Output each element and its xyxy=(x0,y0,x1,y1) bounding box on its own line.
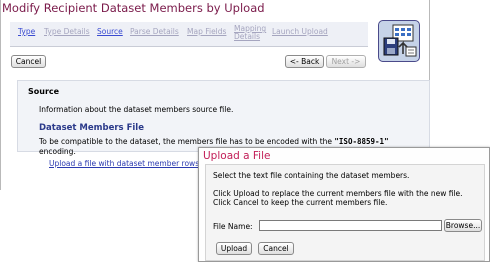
source-info-text: Information about the dataset members so… xyxy=(39,105,234,114)
encoding-description: To be compatible to the dataset, the mem… xyxy=(39,137,333,146)
encoding-tail: encoding. xyxy=(39,146,76,156)
source-heading: Source xyxy=(28,87,60,96)
next-button[interactable]: Next -> xyxy=(326,55,366,68)
tab-type-details[interactable]: Type Details xyxy=(44,28,90,36)
tab-map-fields[interactable]: Map Fields xyxy=(187,28,226,36)
dialog-cancel-button[interactable]: Cancel xyxy=(258,242,294,255)
dialog-instruction: Select the text file containing the data… xyxy=(213,171,410,180)
upload-wizard-icon xyxy=(378,20,420,62)
tab-mapping-details[interactable]: Mapping Details xyxy=(234,25,270,41)
dialog-title: Upload a File xyxy=(203,150,271,162)
page-title: Modify Recipient Dataset Members by Uplo… xyxy=(2,1,265,15)
dialog-cancel-hint: Click Cancel to keep the current members… xyxy=(213,198,388,207)
upload-button[interactable]: Upload xyxy=(216,242,252,255)
dialog-upload-hint: Click Upload to replace the current memb… xyxy=(213,189,463,198)
cancel-button[interactable]: Cancel xyxy=(11,55,46,68)
page-frame-left xyxy=(0,0,1,190)
upload-file-link[interactable]: Upload a file with dataset member rows xyxy=(49,159,199,168)
browse-button[interactable]: Browse... xyxy=(444,219,482,232)
tab-launch-upload[interactable]: Launch Upload xyxy=(272,28,328,36)
wizard-tab-bar: Type Type Details Source Parse Details M… xyxy=(10,22,368,47)
file-name-input[interactable] xyxy=(259,220,442,231)
tab-source[interactable]: Source xyxy=(97,28,123,36)
members-file-heading: Dataset Members File xyxy=(39,123,144,133)
tab-type[interactable]: Type xyxy=(18,28,35,36)
upload-wizard-graphic xyxy=(383,24,417,57)
encoding-value: "ISO-8859-1" xyxy=(334,137,389,146)
back-button[interactable]: <- Back xyxy=(285,55,324,68)
file-name-label: File Name: xyxy=(213,222,253,231)
tab-parse-details[interactable]: Parse Details xyxy=(130,28,179,36)
